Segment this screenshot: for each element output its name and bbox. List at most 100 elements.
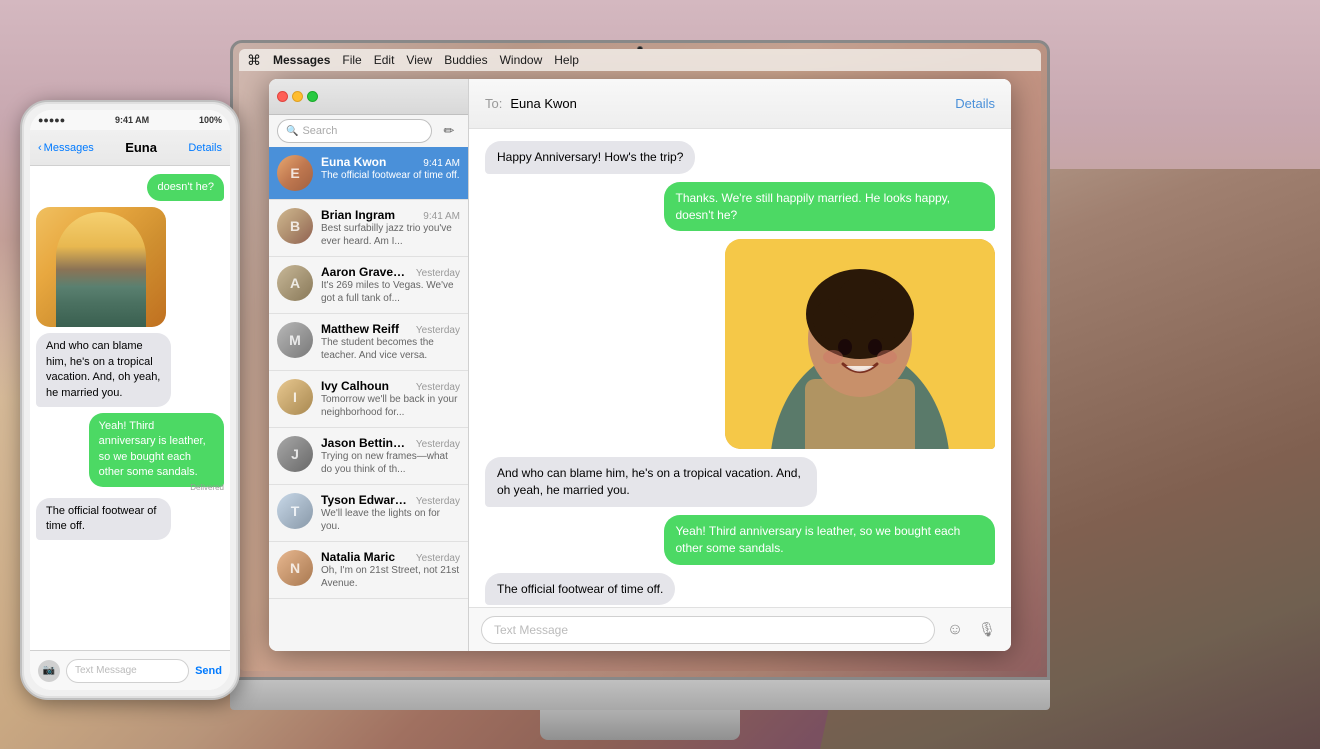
- avatar-matthew: M: [277, 322, 313, 358]
- compose-icon: ✏: [444, 123, 455, 139]
- chat-input-bar: Text Message ☺ 🎙: [469, 607, 1011, 651]
- avatar-euna: E: [277, 155, 313, 191]
- conv-time-jason: Yesterday: [416, 439, 460, 450]
- conv-time-euna: 9:41 AM: [423, 158, 460, 169]
- macos-menubar: ⌘ Messages File Edit View Buddies Window…: [239, 49, 1041, 71]
- iphone-input-placeholder: Text Message: [75, 665, 137, 676]
- conv-preview-euna: The official footwear of time off.: [321, 169, 460, 182]
- iphone-device: ●●●●● 9:41 AM 100% ‹ Messages Euna Detai…: [20, 100, 240, 700]
- conv-time-tyson: Yesterday: [416, 496, 460, 507]
- iphone-back-button[interactable]: ‹ Messages: [38, 142, 94, 154]
- chat-message-input[interactable]: Text Message: [481, 616, 935, 644]
- close-button[interactable]: [277, 91, 288, 102]
- conv-name-tyson: Tyson Edwar…: [321, 493, 407, 507]
- conversation-item-tyson[interactable]: T Tyson Edwar… Yesterday We'll leave the…: [269, 485, 468, 542]
- chat-message-container: Happy Anniversary! How's the trip?: [485, 141, 995, 174]
- iphone-message-bubble: The official footwear of time off.: [36, 498, 171, 541]
- chat-bubble-sent: Thanks. We're still happily married. He …: [664, 182, 996, 232]
- mic-button[interactable]: 🎙: [975, 618, 999, 642]
- iphone-details-button[interactable]: Details: [188, 142, 222, 154]
- conv-name-natalia: Natalia Maric: [321, 550, 395, 564]
- chat-message-container: Yeah! Third anniversary is leather, so w…: [485, 515, 995, 565]
- conv-time-brian: 9:41 AM: [423, 211, 460, 222]
- menubar-buddies[interactable]: Buddies: [444, 53, 487, 67]
- chat-message-container: The official footwear of time off.: [485, 573, 995, 606]
- search-placeholder: Search: [302, 125, 337, 137]
- chat-message-container: [485, 239, 995, 449]
- iphone-navbar: ‹ Messages Euna Details: [30, 130, 230, 166]
- iphone-time: 9:41 AM: [115, 115, 149, 125]
- conversation-item-brian[interactable]: B Brian Ingram 9:41 AM Best surfabilly j…: [269, 200, 468, 257]
- conv-name-jason: Jason Bettin…: [321, 436, 405, 450]
- iphone-battery: 100%: [199, 115, 222, 125]
- avatar-ivy: I: [277, 379, 313, 415]
- conversation-item-euna[interactable]: E Euna Kwon 9:41 AM The official footwea…: [269, 147, 468, 200]
- iphone-message-bubble: And who can blame him, he's on a tropica…: [36, 333, 171, 407]
- macbook-device: ⌘ Messages File Edit View Buddies Window…: [230, 40, 1050, 740]
- menubar-view[interactable]: View: [406, 53, 432, 67]
- conv-name-ivy: Ivy Calhoun: [321, 379, 389, 393]
- chat-input-placeholder: Text Message: [494, 623, 568, 637]
- sidebar-search-row: 🔍 Search ✏: [269, 115, 468, 147]
- iphone-back-label: Messages: [44, 142, 94, 154]
- emoji-icon: ☺: [947, 621, 963, 639]
- conv-preview-tyson: We'll leave the lights on for you.: [321, 507, 460, 533]
- conv-time-natalia: Yesterday: [416, 553, 460, 564]
- search-icon: 🔍: [286, 126, 298, 137]
- chat-recipient-name: Euna Kwon: [510, 96, 955, 111]
- iphone-message-input[interactable]: Text Message: [66, 659, 189, 683]
- iphone-message-bubble: Yeah! Third anniversary is leather, so w…: [89, 413, 224, 487]
- conv-preview-brian: Best surfabilly jazz trio you've ever he…: [321, 222, 460, 248]
- chat-message-container: Thanks. We're still happily married. He …: [485, 182, 995, 232]
- chat-header: To: Euna Kwon Details: [469, 79, 1011, 129]
- avatar-brian: B: [277, 208, 313, 244]
- sidebar: 🔍 Search ✏ E: [269, 79, 469, 651]
- maximize-button[interactable]: [307, 91, 318, 102]
- menubar-window[interactable]: Window: [500, 53, 543, 67]
- iphone-send-button[interactable]: Send: [195, 665, 222, 677]
- iphone-chat-title: Euna: [125, 140, 157, 155]
- conv-name-aaron: Aaron Grave…: [321, 265, 405, 279]
- iphone-delivered-label: Delivered: [190, 483, 224, 492]
- iphone-chevron-icon: ‹: [38, 142, 42, 154]
- messages-window: 🔍 Search ✏ E: [269, 79, 1011, 651]
- chat-details-button[interactable]: Details: [955, 96, 995, 111]
- chat-bubble-sent: Yeah! Third anniversary is leather, so w…: [664, 515, 996, 565]
- iphone-camera-button[interactable]: 📷: [38, 660, 60, 682]
- menubar-file[interactable]: File: [342, 53, 361, 67]
- macbook-screen: ⌘ Messages File Edit View Buddies Window…: [230, 40, 1050, 680]
- conv-preview-natalia: Oh, I'm on 21st Street, not 21st Avenue.: [321, 564, 460, 590]
- conv-preview-jason: Trying on new frames—what do you think o…: [321, 450, 460, 476]
- conv-time-ivy: Yesterday: [416, 382, 460, 393]
- iphone-signal: ●●●●●: [38, 115, 65, 125]
- search-input[interactable]: 🔍 Search: [277, 119, 432, 143]
- traffic-lights: [277, 91, 318, 102]
- conv-name-euna: Euna Kwon: [321, 155, 386, 169]
- menubar-app-name: Messages: [273, 53, 330, 67]
- conversation-item-jason[interactable]: J Jason Bettin… Yesterday Trying on new …: [269, 428, 468, 485]
- conversation-item-ivy[interactable]: I Ivy Calhoun Yesterday Tomorrow we'll b…: [269, 371, 468, 428]
- compose-button[interactable]: ✏: [438, 120, 460, 142]
- avatar-jason: J: [277, 436, 313, 472]
- chat-image-bubble: [725, 239, 995, 449]
- chat-image-svg: [725, 239, 995, 449]
- conversation-item-natalia[interactable]: N Natalia Maric Yesterday Oh, I'm on 21s…: [269, 542, 468, 599]
- chat-bubble-received: And who can blame him, he's on a tropica…: [485, 457, 817, 507]
- iphone-message-bubble: doesn't he?: [147, 174, 224, 201]
- conversation-item-aaron[interactable]: A Aaron Grave… Yesterday It's 269 miles …: [269, 257, 468, 314]
- menubar-edit[interactable]: Edit: [374, 53, 395, 67]
- iphone-input-bar: 📷 Text Message Send: [30, 650, 230, 690]
- conv-preview-matthew: The student becomes the teacher. And vic…: [321, 336, 460, 362]
- iphone-message-image: [36, 207, 166, 327]
- conv-time-matthew: Yesterday: [416, 325, 460, 336]
- menubar-help[interactable]: Help: [554, 53, 579, 67]
- minimize-button[interactable]: [292, 91, 303, 102]
- iphone-message-list: doesn't he? And who can blame him, he's …: [30, 166, 230, 656]
- chat-bubble-received: The official footwear of time off.: [485, 573, 675, 606]
- conversation-list: E Euna Kwon 9:41 AM The official footwea…: [269, 147, 468, 651]
- conversation-item-matthew[interactable]: M Matthew Reiff Yesterday The student be…: [269, 314, 468, 371]
- conv-name-brian: Brian Ingram: [321, 208, 395, 222]
- emoji-button[interactable]: ☺: [943, 618, 967, 642]
- apple-logo-icon: ⌘: [247, 52, 261, 69]
- avatar-aaron: A: [277, 265, 313, 301]
